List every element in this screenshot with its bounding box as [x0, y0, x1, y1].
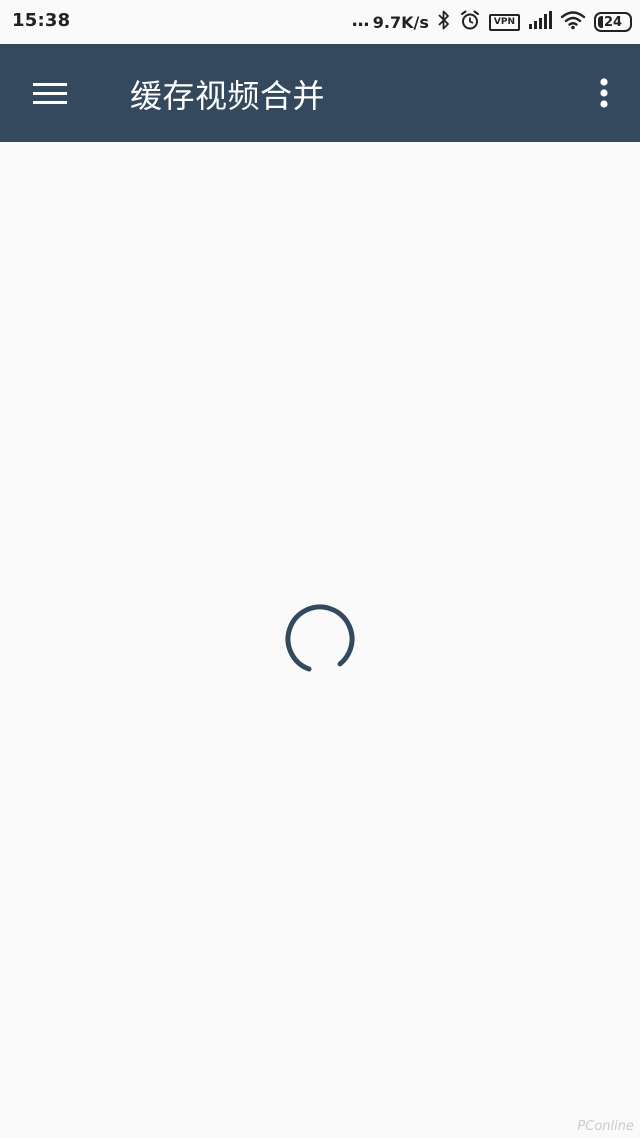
watermark: PConline	[577, 1119, 634, 1134]
status-bar: 15:38 ... 9.7K/s VPN 24	[0, 0, 640, 44]
app-bar: 缓存视频合并	[0, 44, 640, 142]
vpn-badge: VPN	[488, 13, 520, 31]
wifi-icon	[560, 10, 586, 34]
page-title: 缓存视频合并	[130, 77, 326, 115]
more-options-button[interactable]	[586, 70, 622, 116]
content-area	[0, 142, 640, 1138]
battery-level: 24	[602, 14, 624, 30]
menu-icon	[33, 77, 67, 110]
notification-dots: ...	[351, 9, 369, 31]
loading-spinner	[285, 604, 355, 674]
status-time: 15:38	[12, 10, 71, 31]
menu-button[interactable]	[22, 69, 78, 117]
battery-icon: 24	[594, 12, 632, 32]
bluetooth-icon	[437, 9, 451, 35]
more-vert-icon	[600, 78, 608, 108]
signal-icon	[528, 10, 552, 34]
status-icons: ... 9.7K/s VPN 24	[351, 8, 632, 36]
alarm-icon	[459, 9, 481, 35]
network-speed: 9.7K/s	[372, 12, 429, 32]
